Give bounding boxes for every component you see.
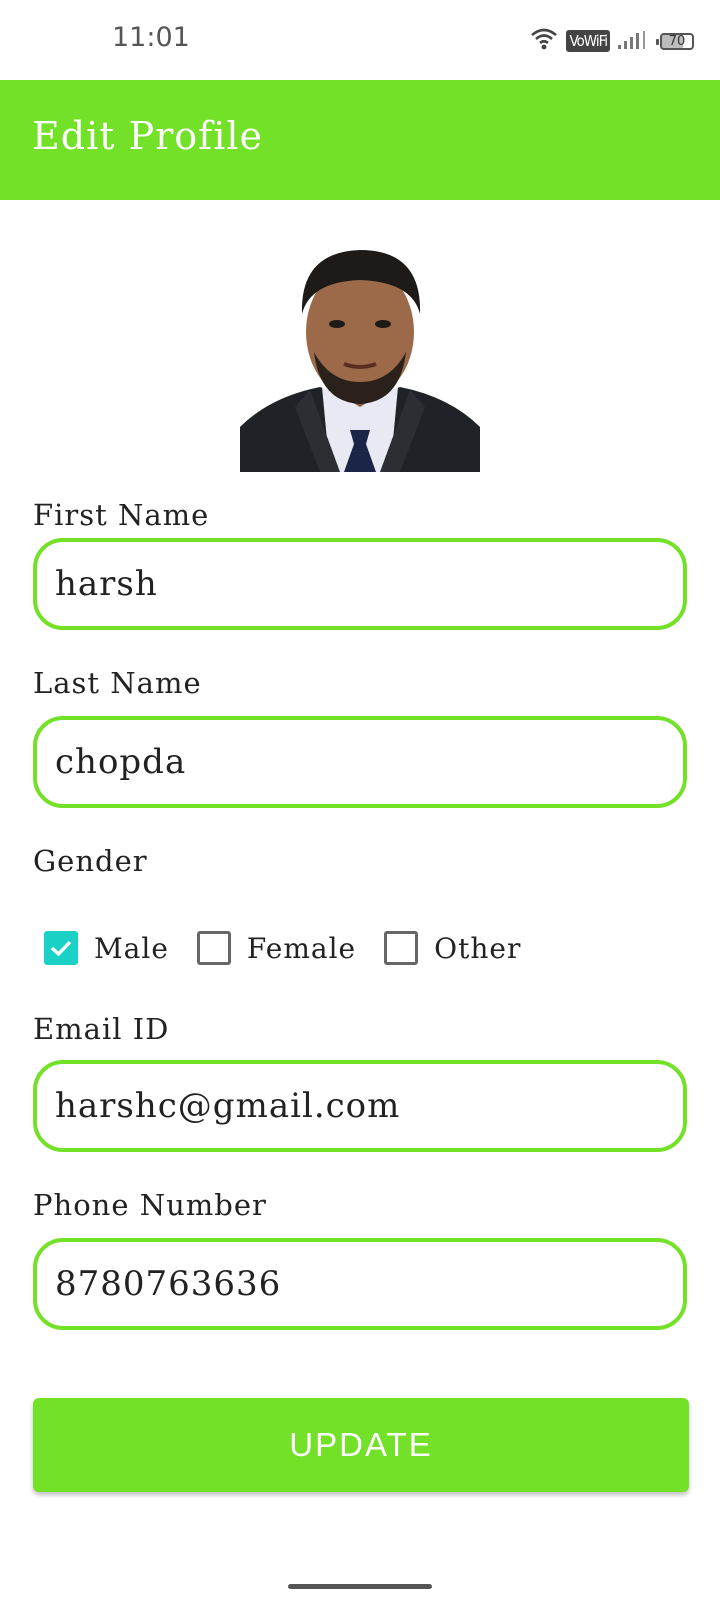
email-value: harshc@gmail.com bbox=[55, 1086, 401, 1126]
male-label: Male bbox=[94, 931, 169, 965]
page-title: Edit Profile bbox=[32, 114, 264, 158]
phone-label: Phone Number bbox=[33, 1188, 267, 1222]
last-name-input[interactable]: chopda bbox=[33, 716, 687, 808]
status-time: 11:01 bbox=[112, 22, 190, 53]
update-button[interactable]: UPDATE bbox=[33, 1398, 689, 1492]
phone-value: 8780763636 bbox=[55, 1264, 282, 1304]
email-input[interactable]: harshc@gmail.com bbox=[33, 1060, 687, 1152]
first-name-label: First Name bbox=[33, 498, 210, 532]
last-name-value: chopda bbox=[55, 742, 187, 782]
other-checkbox[interactable] bbox=[384, 931, 419, 965]
battery-level: 70 bbox=[668, 33, 686, 49]
female-label: Female bbox=[246, 931, 357, 965]
wifi-icon bbox=[530, 26, 558, 56]
gender-options: Male Female Other bbox=[44, 928, 549, 968]
gender-option-female[interactable]: Female bbox=[196, 931, 357, 965]
home-indicator[interactable] bbox=[288, 1584, 432, 1589]
last-name-label: Last Name bbox=[33, 666, 202, 700]
profile-photo[interactable] bbox=[240, 232, 480, 472]
gender-option-male[interactable]: Male bbox=[44, 931, 169, 965]
signal-icon bbox=[618, 28, 652, 54]
phone-input[interactable]: 8780763636 bbox=[33, 1238, 687, 1330]
other-label: Other bbox=[434, 931, 522, 965]
gender-label: Gender bbox=[33, 844, 148, 878]
app-bar: Edit Profile bbox=[0, 80, 720, 200]
status-bar: 11:01 VoWiFi 70 bbox=[0, 0, 720, 80]
female-checkbox[interactable] bbox=[196, 931, 231, 965]
status-icons: VoWiFi 70 bbox=[530, 26, 694, 56]
email-label: Email ID bbox=[33, 1012, 170, 1046]
gender-option-other[interactable]: Other bbox=[384, 931, 521, 965]
battery-icon: 70 bbox=[656, 32, 694, 50]
vowifi-badge: VoWiFi bbox=[566, 30, 610, 52]
first-name-input[interactable]: harsh bbox=[33, 538, 687, 630]
checkmark-icon bbox=[50, 940, 72, 957]
first-name-value: harsh bbox=[55, 564, 158, 604]
male-checkbox[interactable] bbox=[44, 931, 78, 965]
